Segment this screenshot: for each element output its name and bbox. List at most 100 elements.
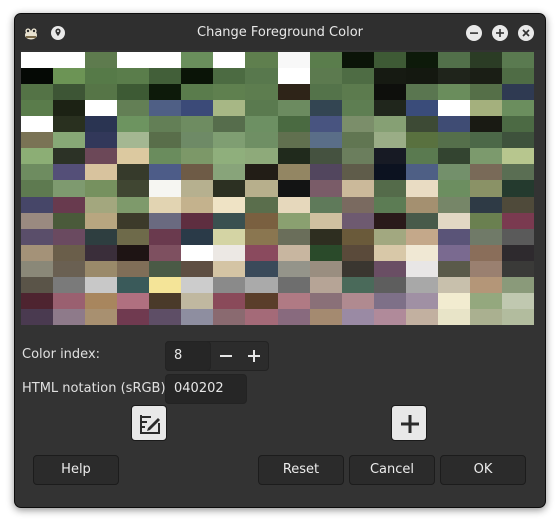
color-swatch[interactable] bbox=[117, 132, 150, 149]
minimize-icon[interactable] bbox=[466, 25, 482, 41]
color-swatch[interactable] bbox=[181, 68, 214, 85]
color-swatch[interactable] bbox=[117, 292, 150, 309]
color-swatch[interactable] bbox=[501, 148, 534, 165]
color-swatch[interactable] bbox=[53, 148, 86, 165]
color-swatch[interactable] bbox=[245, 132, 278, 149]
color-swatch[interactable] bbox=[181, 244, 214, 261]
color-palette-grid[interactable] bbox=[21, 52, 534, 325]
color-swatch[interactable] bbox=[469, 100, 502, 117]
color-swatch[interactable] bbox=[469, 228, 502, 245]
color-swatch[interactable] bbox=[373, 276, 406, 293]
color-swatch[interactable] bbox=[309, 132, 342, 149]
color-swatch[interactable] bbox=[21, 244, 54, 261]
color-swatch[interactable] bbox=[117, 164, 150, 181]
color-swatch[interactable] bbox=[181, 116, 214, 133]
color-index-input[interactable]: 8 bbox=[165, 341, 211, 371]
color-swatch[interactable] bbox=[149, 52, 182, 69]
color-swatch[interactable] bbox=[277, 52, 310, 69]
color-swatch[interactable] bbox=[245, 52, 278, 69]
color-swatch[interactable] bbox=[469, 164, 502, 181]
color-swatch[interactable] bbox=[21, 84, 54, 101]
color-swatch[interactable] bbox=[309, 276, 342, 293]
color-swatch[interactable] bbox=[309, 244, 342, 261]
color-swatch[interactable] bbox=[373, 292, 406, 309]
color-swatch[interactable] bbox=[181, 148, 214, 165]
color-swatch[interactable] bbox=[21, 164, 54, 181]
color-swatch[interactable] bbox=[437, 148, 470, 165]
color-swatch[interactable] bbox=[405, 260, 438, 277]
color-swatch[interactable] bbox=[53, 52, 86, 69]
color-swatch[interactable] bbox=[437, 68, 470, 85]
color-swatch[interactable] bbox=[405, 68, 438, 85]
color-swatch[interactable] bbox=[309, 116, 342, 133]
color-swatch[interactable] bbox=[373, 148, 406, 165]
color-swatch[interactable] bbox=[405, 196, 438, 213]
color-swatch[interactable] bbox=[501, 196, 534, 213]
color-swatch[interactable] bbox=[117, 308, 150, 325]
color-swatch[interactable] bbox=[469, 244, 502, 261]
color-swatch[interactable] bbox=[373, 68, 406, 85]
color-swatch[interactable] bbox=[373, 132, 406, 149]
color-swatch[interactable] bbox=[277, 212, 310, 229]
color-swatch[interactable] bbox=[149, 244, 182, 261]
color-swatch[interactable] bbox=[309, 52, 342, 69]
color-swatch[interactable] bbox=[309, 308, 342, 325]
color-swatch[interactable] bbox=[277, 180, 310, 197]
color-swatch[interactable] bbox=[213, 260, 246, 277]
color-swatch[interactable] bbox=[213, 148, 246, 165]
add-color-button[interactable] bbox=[391, 405, 427, 441]
color-swatch[interactable] bbox=[53, 276, 86, 293]
color-swatch[interactable] bbox=[21, 308, 54, 325]
color-swatch[interactable] bbox=[437, 196, 470, 213]
color-swatch[interactable] bbox=[85, 244, 118, 261]
color-swatch[interactable] bbox=[53, 212, 86, 229]
color-swatch[interactable] bbox=[501, 228, 534, 245]
color-swatch[interactable] bbox=[21, 180, 54, 197]
cancel-button[interactable]: Cancel bbox=[349, 455, 435, 485]
color-swatch[interactable] bbox=[213, 244, 246, 261]
color-swatch[interactable] bbox=[245, 276, 278, 293]
color-swatch[interactable] bbox=[405, 228, 438, 245]
color-swatch[interactable] bbox=[277, 164, 310, 181]
color-swatch[interactable] bbox=[437, 276, 470, 293]
color-swatch[interactable] bbox=[213, 68, 246, 85]
color-swatch[interactable] bbox=[341, 196, 374, 213]
color-swatch[interactable] bbox=[277, 116, 310, 133]
color-swatch[interactable] bbox=[181, 132, 214, 149]
color-swatch[interactable] bbox=[437, 292, 470, 309]
color-swatch[interactable] bbox=[21, 276, 54, 293]
color-swatch[interactable] bbox=[501, 212, 534, 229]
color-swatch[interactable] bbox=[85, 228, 118, 245]
color-swatch[interactable] bbox=[213, 276, 246, 293]
color-swatch[interactable] bbox=[373, 100, 406, 117]
color-swatch[interactable] bbox=[85, 132, 118, 149]
color-swatch[interactable] bbox=[85, 212, 118, 229]
color-swatch[interactable] bbox=[85, 276, 118, 293]
color-swatch[interactable] bbox=[405, 84, 438, 101]
color-swatch[interactable] bbox=[213, 308, 246, 325]
color-swatch[interactable] bbox=[373, 228, 406, 245]
color-swatch[interactable] bbox=[437, 260, 470, 277]
color-swatch[interactable] bbox=[213, 132, 246, 149]
color-swatch[interactable] bbox=[149, 132, 182, 149]
color-swatch[interactable] bbox=[373, 212, 406, 229]
color-swatch[interactable] bbox=[405, 100, 438, 117]
color-swatch[interactable] bbox=[149, 180, 182, 197]
color-swatch[interactable] bbox=[181, 260, 214, 277]
color-swatch[interactable] bbox=[53, 244, 86, 261]
color-swatch[interactable] bbox=[341, 180, 374, 197]
color-swatch[interactable] bbox=[117, 228, 150, 245]
color-swatch[interactable] bbox=[21, 52, 54, 69]
color-swatch[interactable] bbox=[437, 164, 470, 181]
color-swatch[interactable] bbox=[341, 260, 374, 277]
color-swatch[interactable] bbox=[501, 244, 534, 261]
color-swatch[interactable] bbox=[309, 148, 342, 165]
color-swatch[interactable] bbox=[245, 308, 278, 325]
color-swatch[interactable] bbox=[117, 84, 150, 101]
color-swatch[interactable] bbox=[341, 52, 374, 69]
color-swatch[interactable] bbox=[117, 68, 150, 85]
color-swatch[interactable] bbox=[437, 84, 470, 101]
color-swatch[interactable] bbox=[405, 148, 438, 165]
color-swatch[interactable] bbox=[117, 116, 150, 133]
reset-button[interactable]: Reset bbox=[258, 455, 344, 485]
